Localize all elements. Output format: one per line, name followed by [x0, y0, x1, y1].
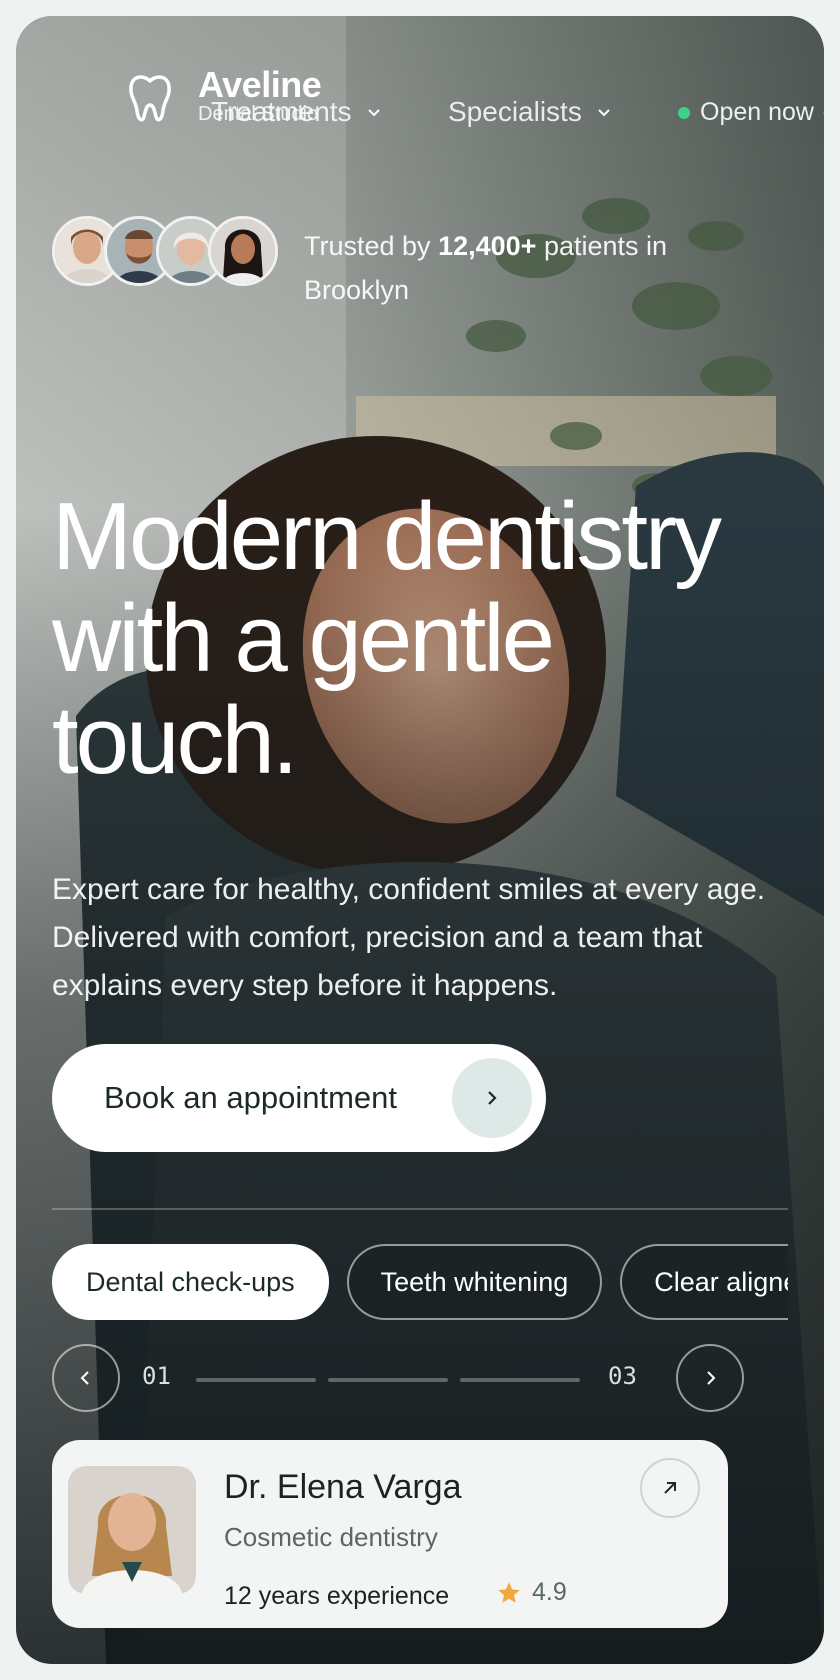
patient-avatars: [52, 216, 278, 286]
next-button[interactable]: [676, 1344, 744, 1412]
avatar: [208, 216, 278, 286]
pager-segment: [196, 1378, 316, 1382]
nav-label: Specialists: [448, 96, 582, 127]
nav-treatments[interactable]: Treatments: [211, 96, 382, 128]
chevron-right-icon: [452, 1058, 532, 1138]
hero-headline: Modern dentistry with a gentle touch.: [52, 483, 722, 794]
pager-segment: [328, 1378, 448, 1382]
carousel-pager: 01 03: [52, 1344, 752, 1414]
chevron-right-icon: [707, 1371, 716, 1385]
chevron-down-icon: [367, 109, 380, 117]
specialist-photo: [68, 1466, 196, 1594]
specialist-name: Dr. Elena Varga: [224, 1468, 462, 1506]
hero-card: Aveline Dental Studio Treatments Special…: [16, 16, 824, 1664]
trust-text: Trusted by 12,400+ patients in Brooklyn: [304, 224, 724, 312]
chip-teeth-whitening[interactable]: Teeth whitening: [346, 1244, 603, 1320]
chip-dental-check-ups[interactable]: Dental check-ups: [52, 1244, 329, 1320]
rating-value: 4.9: [532, 1578, 567, 1606]
service-chips: Dental check-ups Teeth whitening Clear a…: [52, 1244, 788, 1322]
arrow-up-right-icon: [664, 1482, 676, 1494]
open-status: Open now · u: [678, 98, 824, 127]
tooth-icon: [129, 75, 171, 122]
nav-specialists[interactable]: Specialists: [448, 96, 612, 128]
specialist-specialty: Cosmetic dentistry: [224, 1522, 438, 1552]
pager-total: 03: [608, 1362, 637, 1390]
hero-description: Expert care for healthy, confident smile…: [52, 873, 766, 1002]
trust-prefix: Trusted by: [304, 231, 431, 261]
book-appointment-button[interactable]: Book an appointment: [52, 1044, 546, 1152]
chip-clear-aligners[interactable]: Clear aligners: [620, 1244, 788, 1320]
chevron-left-icon: [80, 1371, 89, 1385]
book-appointment-label: Book an appointment: [104, 1080, 397, 1115]
nav-label: Treatments: [211, 96, 352, 127]
divider: [52, 1208, 788, 1210]
trust-count: 12,400+: [438, 231, 537, 261]
status-text: Open now · u: [700, 98, 824, 126]
specialist-experience: 12 years experience: [224, 1582, 450, 1610]
chevron-down-icon: [598, 109, 610, 117]
previous-button[interactable]: [52, 1344, 120, 1412]
specialist-rating: 4.9: [496, 1578, 567, 1607]
pager-segment: [460, 1378, 580, 1382]
star-icon: [498, 1581, 520, 1603]
pager-current: 01: [142, 1362, 171, 1390]
open-profile-button[interactable]: [640, 1458, 700, 1518]
status-dot-icon: [678, 106, 690, 119]
specialist-card[interactable]: Dr. Elena Varga Cosmetic dentistry 12 ye…: [52, 1440, 728, 1628]
